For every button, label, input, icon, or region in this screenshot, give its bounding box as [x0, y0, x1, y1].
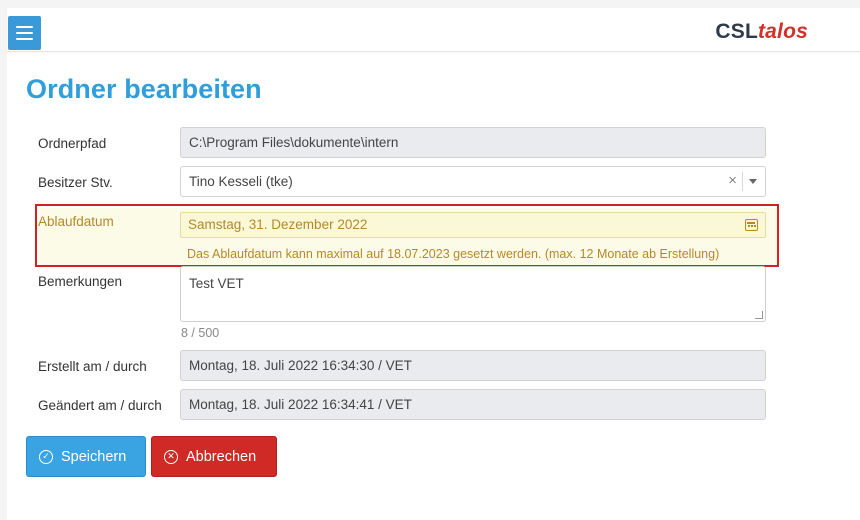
select-divider — [742, 172, 743, 191]
besitzer-label: Besitzer Stv. — [38, 175, 113, 190]
app-logo: CSLtalos — [715, 20, 808, 43]
ablaufdatum-label: Ablaufdatum — [38, 214, 114, 229]
ordnerpfad-label: Ordnerpfad — [38, 136, 107, 151]
ablaufdatum-input[interactable]: Samstag, 31. Dezember 2022 — [180, 212, 766, 238]
save-button-label: Speichern — [61, 448, 127, 465]
calendar-icon[interactable] — [745, 219, 758, 231]
geaendert-label: Geändert am / durch — [38, 398, 162, 413]
ablaufdatum-hint: Das Ablaufdatum kann maximal auf 18.07.2… — [187, 247, 720, 261]
ordnerpfad-field: C:\Program Files\dokumente\intern — [180, 127, 766, 158]
save-button[interactable]: ✓ Speichern — [26, 436, 146, 477]
geaendert-field: Montag, 18. Juli 2022 16:34:41 / VET — [180, 389, 766, 420]
hamburger-menu-icon[interactable] — [8, 16, 41, 50]
besitzer-value: Tino Kesseli (tke) — [189, 174, 293, 189]
bemerkungen-label: Bemerkungen — [38, 274, 123, 289]
cancel-button[interactable]: ✕ Abbrechen — [151, 436, 277, 477]
chevron-down-icon[interactable] — [749, 179, 757, 184]
check-circle-icon: ✓ — [39, 449, 53, 464]
character-counter: 8 / 500 — [181, 326, 220, 340]
erstellt-field: Montag, 18. Juli 2022 16:34:30 / VET — [180, 350, 766, 381]
cancel-button-label: Abbrechen — [186, 448, 257, 465]
top-bar: CSLtalos — [7, 8, 860, 52]
resize-handle-icon[interactable] — [755, 311, 763, 319]
x-circle-icon: ✕ — [164, 449, 178, 464]
erstellt-label: Erstellt am / durch — [38, 359, 147, 374]
clear-icon[interactable]: × — [728, 172, 737, 189]
bemerkungen-textarea[interactable]: Test VET — [180, 266, 766, 322]
page: CSLtalos Ordner bearbeiten Ordnerpfad C:… — [7, 8, 860, 520]
page-title: Ordner bearbeiten — [26, 74, 262, 104]
besitzer-select[interactable]: Tino Kesseli (tke) × — [180, 166, 766, 197]
bemerkungen-value: Test VET — [189, 276, 244, 291]
ablaufdatum-value: Samstag, 31. Dezember 2022 — [188, 217, 368, 232]
